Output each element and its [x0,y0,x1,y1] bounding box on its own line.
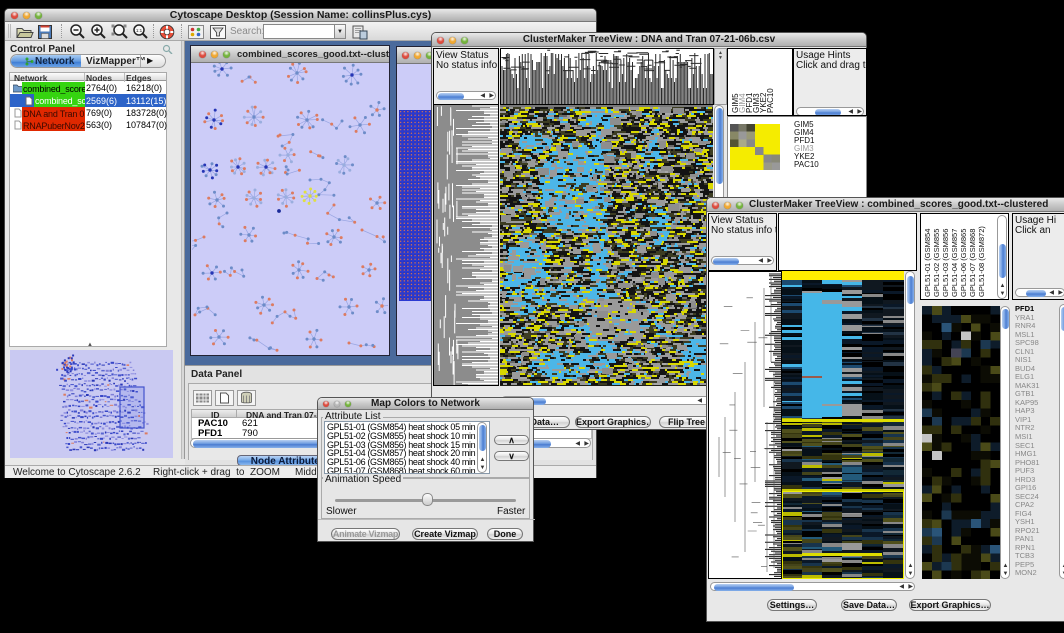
svg-text:GPL51-06 (GSM865: GPL51-06 (GSM865 [959,229,968,297]
svg-text:GPL51-01 (GSM854: GPL51-01 (GSM854 [923,229,932,297]
svg-text:1:1: 1:1 [136,28,143,33]
svg-text:PAC10: PAC10 [766,88,775,113]
svg-text:GPL51-07 (GSM868: GPL51-07 (GSM868 [968,229,977,297]
svg-text:GPL51-04 (GSM857: GPL51-04 (GSM857 [950,229,959,297]
svg-text:GPL51-08 (GSM872): GPL51-08 (GSM872) [977,226,986,297]
svg-text:GPL51-03 (GSM856: GPL51-03 (GSM856 [941,229,950,297]
svg-text:GPL51-02 (GSM855: GPL51-02 (GSM855 [932,229,941,297]
